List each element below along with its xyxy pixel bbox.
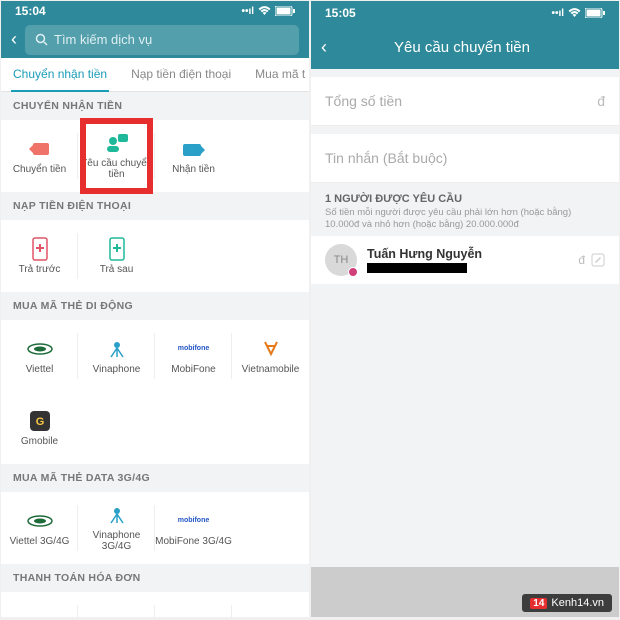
item-request-transfer[interactable]: Yêu cầu chuyển tiền — [78, 120, 155, 192]
item-bill2[interactable] — [78, 592, 155, 617]
edit-icon[interactable] — [591, 253, 605, 267]
status-icons: ••ıl — [551, 8, 605, 19]
currency: đ — [597, 93, 605, 109]
watermark: 14 Kenh14.vn — [522, 594, 612, 612]
item-bill4[interactable] — [232, 592, 309, 617]
search-input[interactable]: Tìm kiếm dịch vụ — [25, 25, 299, 55]
requested-title: 1 NGƯỜI ĐƯỢC YÊU CẦU — [325, 193, 605, 205]
prepaid-icon — [27, 237, 53, 261]
item-transfer[interactable]: Chuyển tiền — [1, 120, 78, 192]
back-icon[interactable]: ‹ — [11, 29, 17, 50]
section-header: CHUYỂN NHẬN TIỀN — [1, 92, 309, 120]
status-bar: 15:04 ••ıl — [1, 1, 309, 21]
item-vinaphone-data[interactable]: Vinaphone 3G/4G — [78, 492, 155, 564]
svg-text:G: G — [35, 416, 44, 428]
vietnamobile-icon — [258, 337, 284, 361]
item-viettel-data[interactable]: Viettel 3G/4G — [1, 492, 78, 564]
item-receive[interactable]: Nhận tiền — [155, 120, 232, 192]
wifi-icon — [568, 8, 581, 18]
receive-icon — [181, 137, 207, 161]
clock: 15:05 — [325, 6, 356, 20]
avatar: TH — [325, 244, 357, 276]
battery-icon — [585, 8, 605, 18]
signal-icon — [258, 616, 284, 617]
item-bill1[interactable] — [1, 592, 78, 617]
viettel-icon — [27, 509, 53, 533]
vinaphone-icon — [104, 503, 130, 527]
section-header: MUA MÃ THẺ DI ĐỘNG — [1, 292, 309, 320]
clock: 15:04 — [15, 4, 46, 18]
tab-buycode[interactable]: Mua mã t — [243, 58, 309, 91]
item-bill3[interactable] — [155, 592, 232, 617]
phone-left: 15:04 ••ıl ‹ Tìm kiếm dịch vụ Chuyển — [1, 1, 309, 617]
viettel-icon — [27, 337, 53, 361]
vinaphone-icon — [104, 337, 130, 361]
item-vietnamobile[interactable]: Vietnamobile — [232, 320, 309, 392]
tabs: Chuyển nhận tiền Nạp tiền điện thoại Mua… — [1, 58, 309, 92]
wifi-icon — [258, 6, 271, 16]
message-field[interactable]: Tin nhắn (Bắt buộc) — [311, 134, 619, 183]
contact-row[interactable]: TH Tuấn Hưng Nguyễn đ — [311, 236, 619, 284]
tab-transfer[interactable]: Chuyển nhận tiền — [1, 58, 119, 91]
header: ‹ Yêu cầu chuyển tiền — [311, 25, 619, 69]
tab-topup[interactable]: Nạp tiền điện thoại — [119, 58, 243, 91]
header: ‹ Tìm kiếm dịch vụ — [1, 21, 309, 58]
item-gmobile[interactable]: G Gmobile — [1, 392, 78, 464]
search-placeholder: Tìm kiếm dịch vụ — [54, 32, 152, 47]
request-icon — [104, 131, 130, 155]
globe-icon — [181, 616, 207, 617]
mobifone-icon: mobifone — [181, 509, 207, 533]
transfer-icon — [27, 137, 53, 161]
postpaid-icon — [104, 237, 130, 261]
battery-icon — [275, 6, 295, 16]
status-bar: 15:05 ••ıl — [311, 1, 619, 25]
watermark-badge: 14 — [530, 598, 547, 609]
item-prepaid[interactable]: Trả trước — [1, 220, 78, 292]
mobifone-icon: mobifone — [181, 337, 207, 361]
item-postpaid[interactable]: Trả sau — [78, 220, 155, 292]
gmobile-icon: G — [27, 409, 53, 433]
contact-amount: đ — [578, 253, 585, 267]
message-placeholder: Tin nhắn (Bắt buộc) — [325, 150, 447, 166]
arc-icon — [27, 616, 53, 617]
contact-name: Tuấn Hưng Nguyễn — [367, 247, 568, 261]
total-amount-field[interactable]: Tổng số tiền đ — [311, 77, 619, 126]
contact-redacted — [367, 263, 467, 273]
section-header: NẠP TIỀN ĐIỆN THOẠI — [1, 192, 309, 220]
total-label: Tổng số tiền — [325, 93, 402, 109]
empty-area — [311, 284, 619, 567]
item-vinaphone[interactable]: Vinaphone — [78, 320, 155, 392]
signal-icon: ••ıl — [241, 6, 254, 17]
status-icons: ••ıl — [241, 6, 295, 17]
page-title: Yêu cầu chuyển tiền — [335, 39, 589, 56]
requested-desc: Số tiền mỗi người được yêu cầu phải lớn … — [325, 207, 605, 232]
signal-icon: ••ıl — [551, 8, 564, 19]
watermark-site: Kenh14.vn — [551, 597, 604, 609]
section-header: MUA MÃ THẺ DATA 3G/4G — [1, 464, 309, 492]
item-viettel[interactable]: Viettel — [1, 320, 78, 392]
phone-right: 15:05 ••ıl ‹ Yêu cầu chuyển tiền Tổng số… — [311, 1, 619, 617]
section-header: THANH TOÁN HÓA ĐƠN — [1, 564, 309, 592]
item-mobifone-data[interactable]: mobifone MobiFone 3G/4G — [155, 492, 232, 564]
requested-header: 1 NGƯỜI ĐƯỢC YÊU CẦU Số tiền mỗi người đ… — [311, 183, 619, 236]
item-mobifone[interactable]: mobifone MobiFone — [155, 320, 232, 392]
search-icon — [35, 33, 48, 46]
back-icon[interactable]: ‹ — [321, 37, 327, 58]
arc-icon — [104, 616, 130, 617]
